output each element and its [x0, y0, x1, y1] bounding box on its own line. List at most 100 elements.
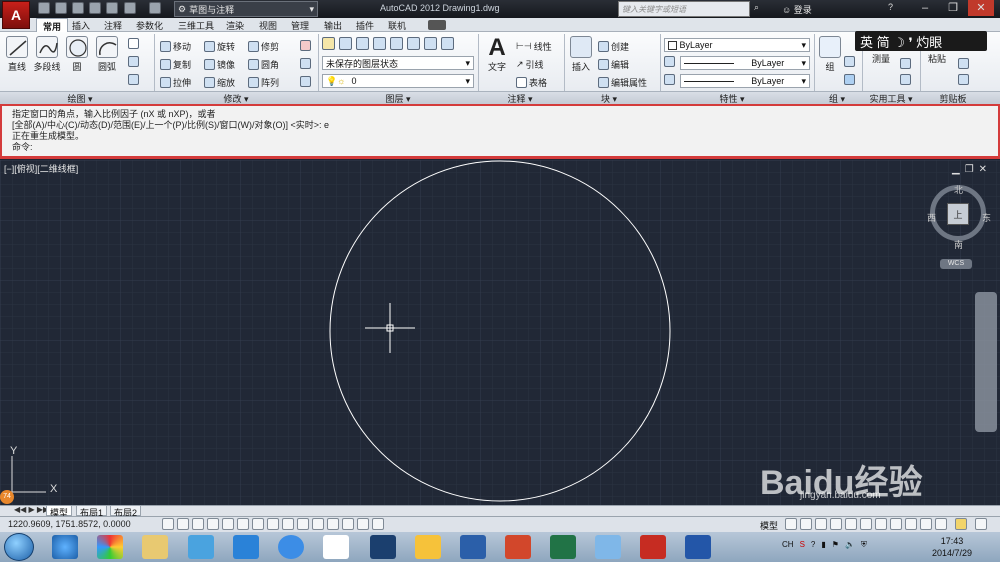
tab-online[interactable]: 联机 — [382, 18, 412, 32]
arc-button[interactable]: 圆弧 — [92, 36, 122, 73]
isolate-objects-icon[interactable] — [955, 518, 967, 530]
annotation-visibility-icon[interactable] — [890, 518, 902, 530]
tab-view[interactable]: 视图 — [253, 18, 283, 32]
model-space-button[interactable]: 模型 — [760, 519, 778, 532]
array-button[interactable]: 阵列 — [248, 76, 279, 89]
workspace-switch-icon[interactable] — [905, 518, 917, 530]
trim-button[interactable]: 修剪 — [248, 40, 279, 53]
selection-cycling-icon[interactable] — [357, 518, 369, 530]
minimize-button[interactable]: – — [912, 0, 938, 16]
quickview-layouts-icon[interactable] — [785, 518, 797, 530]
insert-block-button[interactable]: 插入 — [566, 36, 596, 73]
compass-west[interactable]: 西 — [927, 211, 936, 224]
wcs-menu[interactable]: WCS — [940, 259, 972, 269]
tab-model[interactable]: 模型 — [46, 505, 73, 518]
viewport-controls-label[interactable]: [−][俯视][二维线框] — [4, 162, 78, 175]
package-icon[interactable] — [415, 535, 441, 559]
copy-clip-icon[interactable] — [958, 74, 969, 87]
paste-button[interactable]: 粘贴 — [922, 52, 952, 65]
create-block-button[interactable]: 创建 — [598, 40, 629, 53]
maximize-button[interactable]: ❐ — [940, 0, 966, 16]
file-explorer-icon[interactable] — [142, 535, 168, 559]
layer-icon[interactable] — [373, 37, 386, 50]
layer-icon[interactable] — [356, 37, 369, 50]
save-icon[interactable] — [72, 2, 84, 14]
stretch-button[interactable]: 拉伸 — [160, 76, 191, 89]
quickview-drawings-icon[interactable] — [800, 518, 812, 530]
autocad-icon[interactable] — [640, 535, 666, 559]
media-center-icon[interactable] — [97, 535, 123, 559]
dyn-icon[interactable] — [297, 518, 309, 530]
group-edit-icon[interactable] — [844, 74, 855, 87]
undo-icon[interactable] — [124, 2, 136, 14]
linetype-select[interactable]: ByLayer ▾ — [680, 56, 810, 70]
cut-icon[interactable] — [958, 58, 969, 71]
tab-manage[interactable]: 管理 — [285, 18, 315, 32]
coordinates-readout[interactable]: 1220.9609, 1751.8572, 0.0000 — [8, 519, 131, 529]
edit-attributes-button[interactable]: 编辑属性 — [598, 76, 647, 89]
tab-render[interactable]: 渲染 — [220, 18, 250, 32]
tab-layout1[interactable]: 布局1 — [76, 505, 108, 518]
quick-select-icon[interactable] — [900, 74, 911, 87]
internet-explorer-icon[interactable] — [52, 535, 78, 559]
new-icon[interactable] — [38, 2, 50, 14]
print-icon[interactable] — [106, 2, 118, 14]
explode-icon[interactable] — [300, 58, 311, 71]
bird-app-icon[interactable] — [188, 535, 214, 559]
layer-properties-icon[interactable] — [322, 37, 335, 50]
measure-button[interactable]: 测量 — [866, 52, 896, 65]
layer-icon[interactable] — [441, 37, 454, 50]
close-button[interactable]: ✕ — [968, 0, 994, 16]
annotation-scale-icon[interactable] — [875, 518, 887, 530]
pan-icon[interactable] — [815, 518, 827, 530]
search-icon[interactable]: ⌕ — [754, 2, 766, 14]
browser-icon[interactable] — [233, 535, 259, 559]
polar-icon[interactable] — [222, 518, 234, 530]
linear-dim-button[interactable]: ⊢⊣ 线性 — [516, 40, 552, 53]
antivirus-icon[interactable]: S — [800, 540, 805, 550]
flag-icon[interactable]: ⚑ — [832, 540, 839, 550]
compass-north[interactable]: 北 — [954, 183, 963, 196]
copy-button[interactable]: 复制 — [160, 58, 191, 71]
list-icon[interactable] — [664, 74, 675, 87]
mirror-button[interactable]: 镜像 — [204, 58, 235, 71]
tab-home[interactable]: 常用 — [36, 18, 69, 32]
scale-button[interactable]: 缩放 — [204, 76, 235, 89]
text-button[interactable]: A 文字 — [482, 36, 512, 73]
application-menu-button[interactable]: A — [2, 1, 30, 29]
offset-icon[interactable] — [300, 76, 311, 89]
viewcube-top-face[interactable]: 上 — [947, 203, 969, 225]
redo-icon[interactable] — [149, 2, 161, 14]
transparency-icon[interactable] — [327, 518, 339, 530]
table-button[interactable]: 表格 — [516, 76, 547, 89]
layout-nav-arrows[interactable]: ◀◀ ▶ ▶▶ — [14, 505, 49, 514]
otrack-icon[interactable] — [267, 518, 279, 530]
layer-icon[interactable] — [424, 37, 437, 50]
rotate-button[interactable]: 旋转 — [204, 40, 235, 53]
shield-icon[interactable]: ⛨ — [861, 540, 867, 550]
grid-icon[interactable] — [192, 518, 204, 530]
photoshop-icon[interactable] — [370, 535, 396, 559]
ortho-icon[interactable] — [207, 518, 219, 530]
powerpoint-icon[interactable] — [505, 535, 531, 559]
calculator-icon[interactable] — [900, 58, 911, 71]
restore-icon[interactable]: ❐ — [965, 164, 974, 175]
leader-button[interactable]: ↗ 引线 — [516, 58, 544, 71]
compass-south[interactable]: 南 — [954, 238, 963, 251]
layer-icon[interactable] — [390, 37, 403, 50]
layer-select[interactable]: 💡☼ 0 ▾ — [322, 74, 474, 88]
lineweight-toggle-icon[interactable] — [312, 518, 324, 530]
workspace-select[interactable]: ⚙ 草图与注释 ▾ — [174, 1, 318, 17]
tab-insert[interactable]: 插入 — [66, 18, 96, 32]
ducs-icon[interactable] — [282, 518, 294, 530]
zoom-icon[interactable] — [830, 518, 842, 530]
excel-icon[interactable] — [550, 535, 576, 559]
panel-toggle-icon[interactable] — [428, 20, 446, 30]
infer-constraints-icon[interactable] — [162, 518, 174, 530]
layer-icon[interactable] — [339, 37, 352, 50]
move-button[interactable]: 移动 — [160, 40, 191, 53]
volume-icon[interactable]: 🔈 — [845, 540, 855, 550]
tab-3d-tools[interactable]: 三维工具 — [172, 18, 220, 32]
compass-east[interactable]: 东 — [982, 211, 991, 224]
wps-writer-icon[interactable] — [685, 535, 711, 559]
